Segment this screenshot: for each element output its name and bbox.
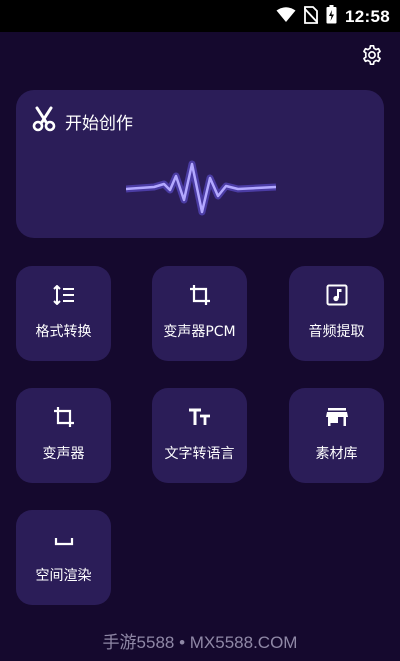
tool-text-to-speech[interactable]: 文字转语言 xyxy=(152,388,247,483)
waveform-graphic xyxy=(126,160,276,216)
no-sim-icon xyxy=(303,5,319,28)
gear-icon xyxy=(361,44,383,70)
tool-material-library[interactable]: 素材库 xyxy=(289,388,384,483)
wifi-icon xyxy=(276,6,296,27)
store-icon xyxy=(325,407,348,431)
tool-label: 素材库 xyxy=(315,446,358,462)
status-bar: 12:58 xyxy=(0,0,400,32)
tool-voice-changer[interactable]: 变声器 xyxy=(16,388,111,483)
music-note-icon xyxy=(326,284,348,310)
tool-spatial-render[interactable]: 空间渲染 xyxy=(16,510,111,605)
format-list-icon xyxy=(52,284,75,309)
crop-icon xyxy=(189,284,211,310)
tool-label: 空间渲染 xyxy=(35,568,92,584)
tool-label: 变声器 xyxy=(42,446,85,462)
battery-charging-icon xyxy=(326,5,337,28)
tool-audio-extract[interactable]: 音频提取 xyxy=(289,266,384,361)
clock: 12:58 xyxy=(345,6,390,26)
tool-voice-changer-pcm[interactable]: 变声器PCM xyxy=(152,266,247,361)
start-creating-card[interactable]: 开始创作 xyxy=(16,90,384,238)
tool-format-convert[interactable]: 格式转换 xyxy=(16,266,111,361)
space-bar-icon xyxy=(54,532,74,551)
settings-button[interactable] xyxy=(360,45,384,69)
watermark-text: 手游5588 • MX5588.COM xyxy=(102,633,298,652)
tool-label: 音频提取 xyxy=(308,324,365,340)
tool-label: 文字转语言 xyxy=(164,446,235,462)
scissors-icon xyxy=(31,106,57,136)
tool-label: 变声器PCM xyxy=(163,324,236,340)
crop-icon xyxy=(53,406,75,432)
text-size-icon xyxy=(188,407,212,431)
tool-label: 格式转换 xyxy=(35,324,92,340)
hero-title: 开始创作 xyxy=(65,113,133,134)
